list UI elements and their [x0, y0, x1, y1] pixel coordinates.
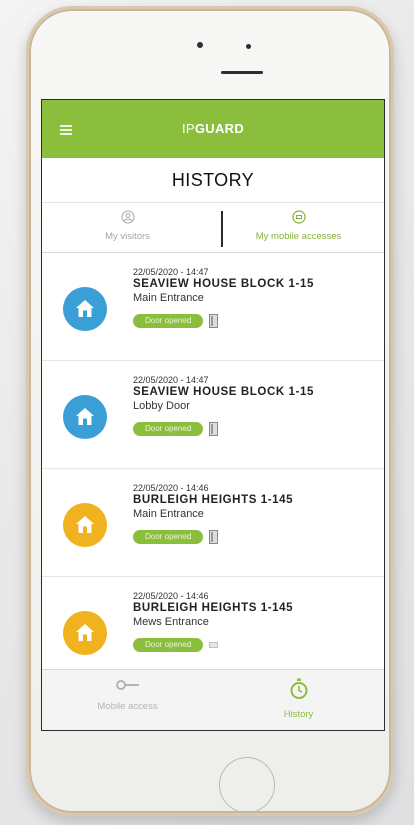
entry-door: Main Entrance — [133, 508, 204, 520]
page-title: HISTORY — [42, 158, 384, 203]
history-list: 22/05/2020 - 14:47 SEAVIEW HOUSE BLOCK 1… — [42, 253, 384, 685]
entry-site: SEAVIEW HOUSE BLOCK 1-15 — [133, 278, 314, 290]
entry-datetime: 22/05/2020 - 14:46 — [133, 483, 209, 493]
door-icon — [209, 314, 219, 328]
status-badge: Door opened — [133, 314, 204, 328]
door-icon — [209, 422, 219, 436]
app-screen: IPGUARD HISTORY My visitors My mobile ac… — [41, 99, 385, 731]
bottom-nav: Mobile access History — [42, 669, 384, 730]
status-badge: Door opened — [133, 638, 204, 652]
home-icon — [76, 408, 94, 425]
tab-my-mobile-accesses[interactable]: My mobile accesses — [213, 203, 384, 252]
mobile-access-icon — [291, 210, 306, 224]
entry-datetime: 22/05/2020 - 14:47 — [133, 267, 209, 277]
home-icon — [76, 516, 94, 533]
list-item[interactable]: 22/05/2020 - 14:47 SEAVIEW HOUSE BLOCK 1… — [42, 253, 384, 361]
entry-site: SEAVIEW HOUSE BLOCK 1-15 — [133, 386, 314, 398]
history-tabs: My visitors My mobile accesses — [42, 203, 384, 253]
home-button[interactable] — [219, 757, 275, 813]
tab-label: My mobile accesses — [255, 231, 342, 242]
stopwatch-icon — [290, 678, 307, 699]
visitor-icon — [121, 210, 134, 224]
entry-site: BURLEIGH HEIGHTS 1-145 — [133, 602, 294, 614]
site-avatar — [63, 395, 107, 439]
status-badge: Door opened — [133, 422, 204, 436]
brand-suffix: GUARD — [194, 121, 245, 136]
home-icon — [76, 624, 94, 641]
entry-site: BURLEIGH HEIGHTS 1-145 — [133, 494, 294, 506]
entry-door: Main Entrance — [133, 292, 204, 304]
site-avatar — [63, 503, 107, 547]
nav-mobile-access[interactable]: Mobile access — [42, 670, 213, 730]
list-item[interactable]: 22/05/2020 - 14:47 SEAVIEW HOUSE BLOCK 1… — [42, 361, 384, 469]
proximity-sensor — [246, 44, 251, 49]
nav-history[interactable]: History — [213, 670, 384, 730]
tab-label: My visitors — [105, 231, 150, 242]
nav-label: Mobile access — [97, 701, 158, 712]
site-avatar — [63, 287, 107, 331]
entry-door: Lobby Door — [133, 400, 190, 412]
key-icon — [115, 680, 139, 690]
entry-datetime: 22/05/2020 - 14:46 — [133, 591, 209, 601]
app-brand: IPGUARD — [42, 121, 384, 136]
list-item[interactable]: 22/05/2020 - 14:46 BURLEIGH HEIGHTS 1-14… — [42, 469, 384, 577]
app-header: IPGUARD — [42, 100, 384, 158]
tab-my-visitors[interactable]: My visitors — [42, 203, 213, 252]
door-icon — [209, 530, 219, 544]
earpiece-speaker — [221, 71, 263, 74]
door-icon — [209, 642, 219, 648]
entry-door: Mews Entrance — [133, 616, 209, 628]
site-avatar — [63, 611, 107, 655]
nav-label: History — [283, 709, 314, 720]
front-camera — [197, 42, 203, 48]
brand-prefix: IP — [181, 121, 195, 136]
entry-datetime: 22/05/2020 - 14:47 — [133, 375, 209, 385]
home-icon — [76, 300, 94, 317]
status-badge: Door opened — [133, 530, 204, 544]
